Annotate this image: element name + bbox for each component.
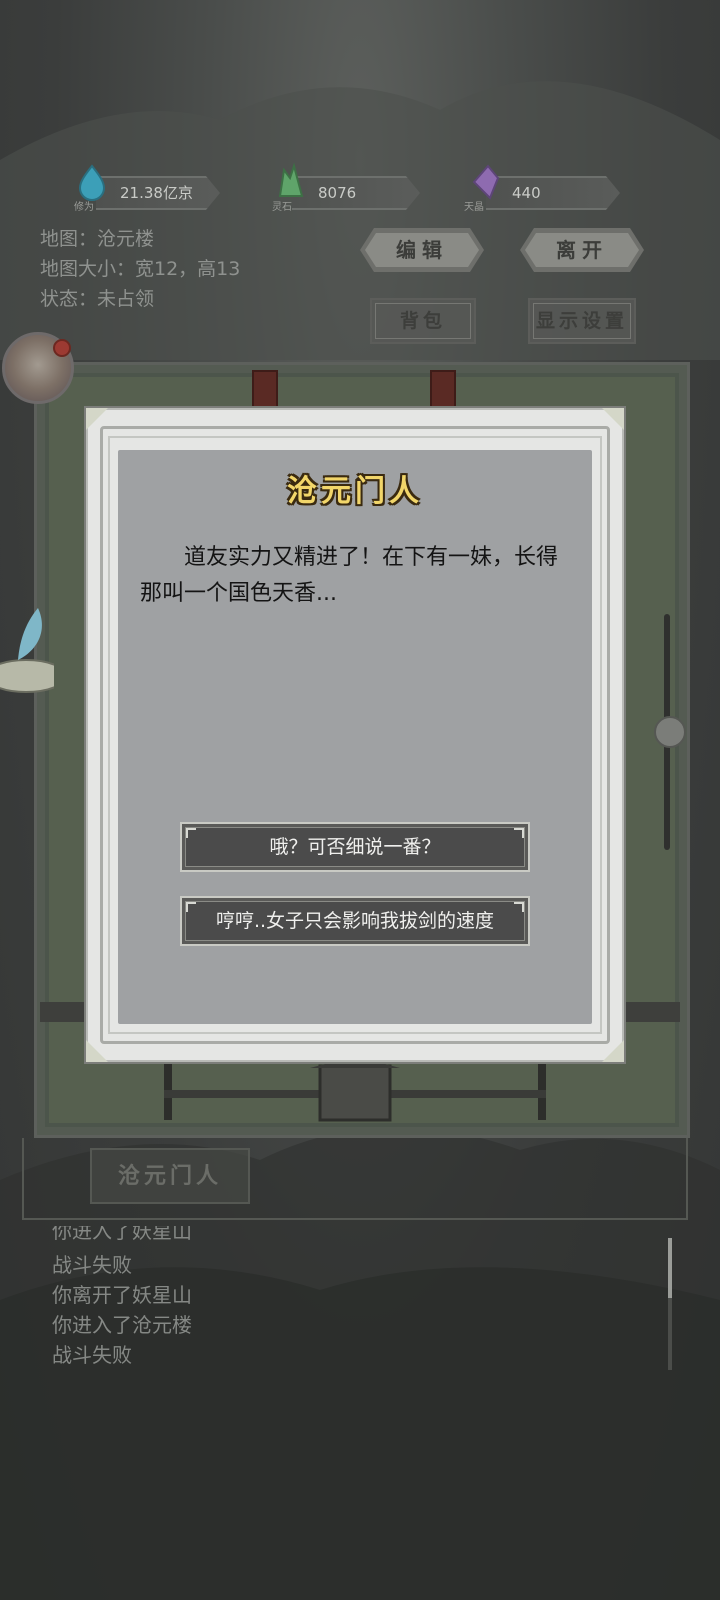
notification-dot [53, 339, 71, 357]
cultivation-label: 修为 [74, 202, 94, 213]
resource-cultivation: 21.38亿京 修为 [72, 164, 222, 213]
spirit-stone-label: 灵石 [272, 202, 292, 213]
log-entry: 你进入了沧元楼 [52, 1313, 192, 1337]
sky-crystal-label: 天晶 [464, 202, 484, 213]
bag-button[interactable]: 背包 [370, 298, 476, 344]
map-info: 地图：沧元楼 地图大小：宽12，高13 状态：未占领 [40, 224, 240, 314]
npc-tab[interactable]: 沧元门人 [90, 1148, 250, 1204]
sky-crystal-value: 440 [512, 184, 541, 202]
gate-structure [164, 1056, 546, 1122]
cultivation-value: 21.38亿京 [120, 184, 193, 202]
leave-button[interactable]: 离开 [520, 228, 644, 272]
map-name: 地图：沧元楼 [40, 228, 155, 250]
player-avatar[interactable] [2, 332, 74, 404]
choice-refuse-button[interactable]: 哼哼..女子只会影响我拔剑的速度 [180, 896, 530, 946]
lotus-icon [0, 608, 54, 693]
log-scrollbar[interactable] [668, 1238, 672, 1370]
npc-dialog: 沧元门人 道友实力又精进了！在下有一妹，长得那叫一个国色天香... 哦？可否细说… [86, 408, 624, 1062]
display-settings-button[interactable]: 显示设置 [528, 298, 636, 344]
zoom-slider-knob[interactable] [654, 716, 686, 748]
purple-gem-icon [472, 164, 500, 200]
map-status: 状态：未占领 [40, 288, 155, 310]
dialog-text: 道友实力又精进了！在下有一妹，长得那叫一个国色天香... [140, 545, 559, 606]
log-scrollbar-thumb[interactable] [668, 1238, 672, 1298]
choice-ask-more-button[interactable]: 哦？可否细说一番？ [180, 822, 530, 872]
log-entry: 战斗失败 [52, 1343, 132, 1367]
water-drop-icon [78, 164, 106, 201]
resource-sky-crystal: 440 天晶 [464, 164, 622, 213]
log-entry: 你离开了妖星山 [52, 1283, 192, 1307]
event-log: 你进入了妖星山 战斗失败 你离开了妖星山 你进入了沧元楼 战斗失败 [52, 1226, 192, 1370]
resource-spirit-stone: 8076 灵石 [270, 162, 420, 213]
map-size: 地图大小：宽12，高13 [40, 258, 241, 280]
crystal-icon [278, 162, 304, 197]
log-partial-line: 你进入了妖星山 [52, 1226, 192, 1243]
log-entry: 战斗失败 [52, 1253, 132, 1277]
edit-button[interactable]: 编辑 [360, 228, 484, 272]
spirit-stone-value: 8076 [318, 184, 357, 202]
dialog-speaker-name: 沧元门人 [287, 474, 423, 509]
